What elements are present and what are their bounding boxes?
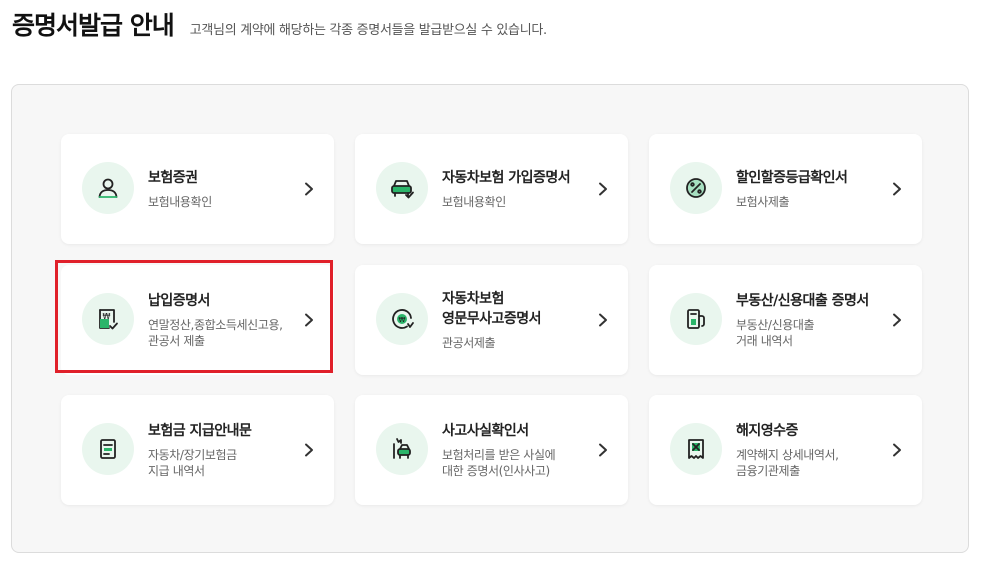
- page-subtitle: 고객님의 계약에 해당하는 각종 증명서들을 발급받으실 수 있습니다.: [189, 23, 547, 38]
- percent-badge-icon: [670, 162, 722, 214]
- svg-text:₩: ₩: [399, 316, 406, 324]
- document-list-icon: [82, 423, 134, 475]
- card-title: 보험증권: [148, 170, 198, 186]
- card-title: 할인할증등급확인서: [736, 170, 848, 186]
- car-check-icon: [376, 162, 428, 214]
- card-title: 보험금 지급안내문: [148, 423, 252, 439]
- card-desc: 자동차/장기보험금 지급 내역서: [148, 448, 237, 478]
- receipt-x-icon: [670, 423, 722, 475]
- page-header: 증명서발급 안내 고객님의 계약에 해당하는 각종 증명서들을 발급받으실 수 …: [12, 6, 547, 42]
- chevron-right-icon: [596, 180, 610, 198]
- card-title: 납입증명서: [148, 293, 210, 309]
- chevron-right-icon: [890, 441, 904, 459]
- accident-car-icon: [376, 423, 428, 475]
- card-real-estate-loan[interactable]: 부동산/신용대출 증명서 부동산/신용대출 거래 내역서: [649, 265, 922, 375]
- card-claim-payment-notice[interactable]: 보험금 지급안내문 자동차/장기보험금 지급 내역서: [61, 395, 334, 505]
- chevron-right-icon: [302, 441, 316, 459]
- chevron-right-icon: [890, 180, 904, 198]
- card-desc: 보험내용확인: [442, 195, 506, 209]
- chevron-right-icon: [596, 441, 610, 459]
- won-document-icon: ₩: [82, 293, 134, 345]
- chevron-right-icon: [890, 311, 904, 329]
- person-icon: [82, 162, 134, 214]
- building-icon: [670, 293, 722, 345]
- card-title: 자동차보험 영문무사고증명서: [442, 291, 542, 327]
- certificate-panel: 보험증권 보험내용확인 자동차보험 가입증명서 보험내용확인 할인할증등급확인서…: [11, 84, 969, 553]
- card-insurance-policy[interactable]: 보험증권 보험내용확인: [61, 134, 334, 244]
- chevron-right-icon: [302, 180, 316, 198]
- card-english-no-accident[interactable]: ₩ 자동차보험 영문무사고증명서 관공서제출: [355, 265, 628, 375]
- chevron-right-icon: [596, 311, 610, 329]
- card-car-insurance-subscription[interactable]: 자동차보험 가입증명서 보험내용확인: [355, 134, 628, 244]
- page-title: 증명서발급 안내: [12, 11, 175, 40]
- svg-text:₩: ₩: [103, 312, 111, 321]
- card-desc: 부동산/신용대출 거래 내역서: [736, 318, 815, 348]
- card-termination-receipt[interactable]: 해지영수증 계약해지 상세내역서, 금융기관제출: [649, 395, 922, 505]
- card-title: 자동차보험 가입증명서: [442, 170, 571, 186]
- card-desc: 보험처리를 받은 사실에 대한 증명서(인사사고): [442, 448, 556, 478]
- card-title: 사고사실확인서: [442, 423, 529, 439]
- card-desc: 계약해지 상세내역서, 금융기관제출: [736, 448, 839, 478]
- chevron-right-icon: [302, 311, 316, 329]
- card-accident-fact[interactable]: 사고사실확인서 보험처리를 받은 사실에 대한 증명서(인사사고): [355, 395, 628, 505]
- card-desc: 보험사제출: [736, 195, 790, 209]
- globe-won-icon: ₩: [376, 293, 428, 345]
- card-discount-grade[interactable]: 할인할증등급확인서 보험사제출: [649, 134, 922, 244]
- card-desc: 보험내용확인: [148, 195, 212, 209]
- card-title: 부동산/신용대출 증명서: [736, 293, 869, 309]
- card-payment-certificate[interactable]: ₩ 납입증명서 연말정산,종합소득세신고용, 관공서 제출: [61, 265, 334, 375]
- card-desc: 관공서제출: [442, 336, 496, 350]
- card-desc: 연말정산,종합소득세신고용, 관공서 제출: [148, 318, 283, 348]
- card-title: 해지영수증: [736, 423, 798, 439]
